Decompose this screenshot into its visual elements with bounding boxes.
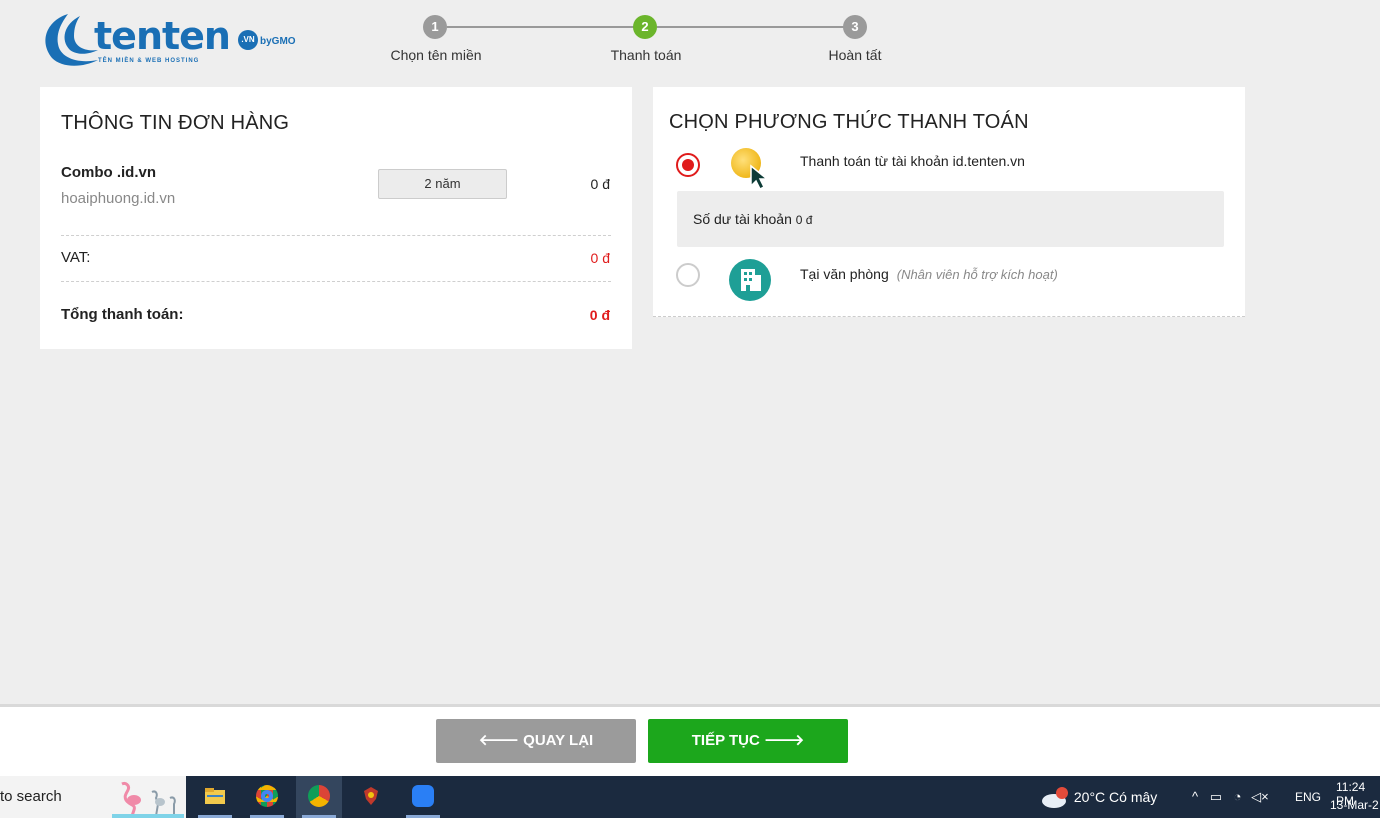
total-value: 0 đ (589, 307, 610, 323)
order-item-price: 0 đ (590, 176, 610, 192)
account-balance-value: 0 đ (795, 213, 813, 227)
step-connector (657, 26, 854, 28)
flamingo-search-highlight-icon (112, 782, 184, 818)
chrome-icon (256, 785, 278, 807)
zalo-icon (412, 785, 434, 807)
vat-label: VAT: (61, 249, 91, 266)
order-info-panel: THÔNG TIN ĐƠN HÀNG Combo .id.vn hoaiphuo… (40, 87, 632, 349)
taskbar-zalo[interactable] (400, 776, 446, 818)
order-item-name: Combo .id.vn (61, 164, 156, 181)
mouse-cursor-icon (750, 164, 770, 190)
weather-text: 20°C Có mây (1073, 789, 1158, 805)
taskbar-search-box[interactable]: to search (0, 776, 186, 818)
taskbar-file-explorer[interactable] (192, 776, 238, 818)
payment-method-title: CHỌN PHƯƠNG THỨC THANH TOÁN (669, 111, 1029, 133)
logo-gmo: byGMO (260, 36, 296, 47)
weather-widget[interactable]: 1 20°C Có mây (1040, 776, 1157, 818)
logo-vn-badge: .VN (238, 30, 258, 50)
chrome-profile-icon (308, 785, 330, 807)
vat-value: 0 đ (590, 250, 610, 266)
bottom-action-bar: 🡐 QUAY LẠI TIẾP TỤC 🡒 (0, 704, 1380, 776)
taskbar-chrome-1[interactable] (244, 776, 290, 818)
payment-account-radio[interactable] (676, 153, 700, 177)
step-connector (447, 26, 644, 28)
payment-method-panel: CHỌN PHƯƠNG THỨC THANH TOÁN Thanh toán t… (653, 87, 1245, 317)
chevron-up-icon[interactable]: ^ (1192, 789, 1198, 804)
divider (61, 235, 611, 236)
language-indicator[interactable]: ENG (1295, 776, 1321, 818)
step-2-label: Thanh toán (610, 47, 682, 63)
payment-office-text: Tại văn phòng (800, 266, 889, 282)
logo-tagline: TÊN MIỀN & WEB HOSTING (98, 58, 200, 64)
cloudy-weather-icon (1042, 787, 1068, 809)
tenten-logo[interactable]: tenten .VN byGMO TÊN MIỀN & WEB HOSTING (38, 8, 298, 70)
step-1-label[interactable]: Chọn tên miền (356, 47, 516, 63)
folder-icon (205, 788, 225, 804)
step-3-label: Hoàn tất (828, 47, 882, 63)
office-building-icon (729, 259, 771, 301)
period-select-button[interactable]: 2 năm (378, 169, 507, 199)
account-balance-box: Số dư tài khoản 0 đ (677, 191, 1224, 247)
speaker-muted-icon[interactable]: ◁× (1251, 789, 1269, 804)
payment-office-radio[interactable] (676, 263, 700, 287)
payment-account-label[interactable]: Thanh toán từ tài khoản id.tenten.vn (800, 153, 1025, 169)
logo-brand: tenten (94, 14, 231, 58)
taskbar-game-app[interactable] (348, 776, 394, 818)
account-balance-label: Số dư tài khoản (693, 211, 792, 227)
logo-swoosh-icon (45, 14, 98, 66)
tray-icons[interactable]: ^ ▭ ◔ ◁× (1192, 776, 1269, 818)
clock-date[interactable]: 13-Mar-2 (1330, 798, 1379, 812)
step-1-circle[interactable]: 1 (423, 15, 447, 39)
taskbar-search-text: to search (0, 788, 62, 805)
back-button[interactable]: 🡐 QUAY LẠI (436, 719, 636, 763)
game-app-icon (364, 787, 378, 805)
windows-taskbar: to search 1 20°C (0, 776, 1380, 818)
payment-office-label[interactable]: Tại văn phòng (Nhân viên hỗ trợ kích hoạt… (800, 266, 1058, 282)
step-3-circle: 3 (843, 15, 867, 39)
payment-office-note: (Nhân viên hỗ trợ kích hoạt) (896, 267, 1058, 282)
order-info-title: THÔNG TIN ĐƠN HÀNG (61, 112, 290, 134)
order-item-domain: hoaiphuong.id.vn (61, 190, 176, 207)
step-2-circle: 2 (633, 15, 657, 39)
total-label: Tổng thanh toán: (61, 306, 184, 323)
wifi-icon[interactable]: ◔ (1234, 789, 1242, 804)
battery-icon[interactable]: ▭ (1210, 789, 1222, 804)
taskbar-chrome-2[interactable] (296, 776, 342, 818)
divider (61, 281, 611, 282)
continue-button[interactable]: TIẾP TỤC 🡒 (648, 719, 848, 763)
